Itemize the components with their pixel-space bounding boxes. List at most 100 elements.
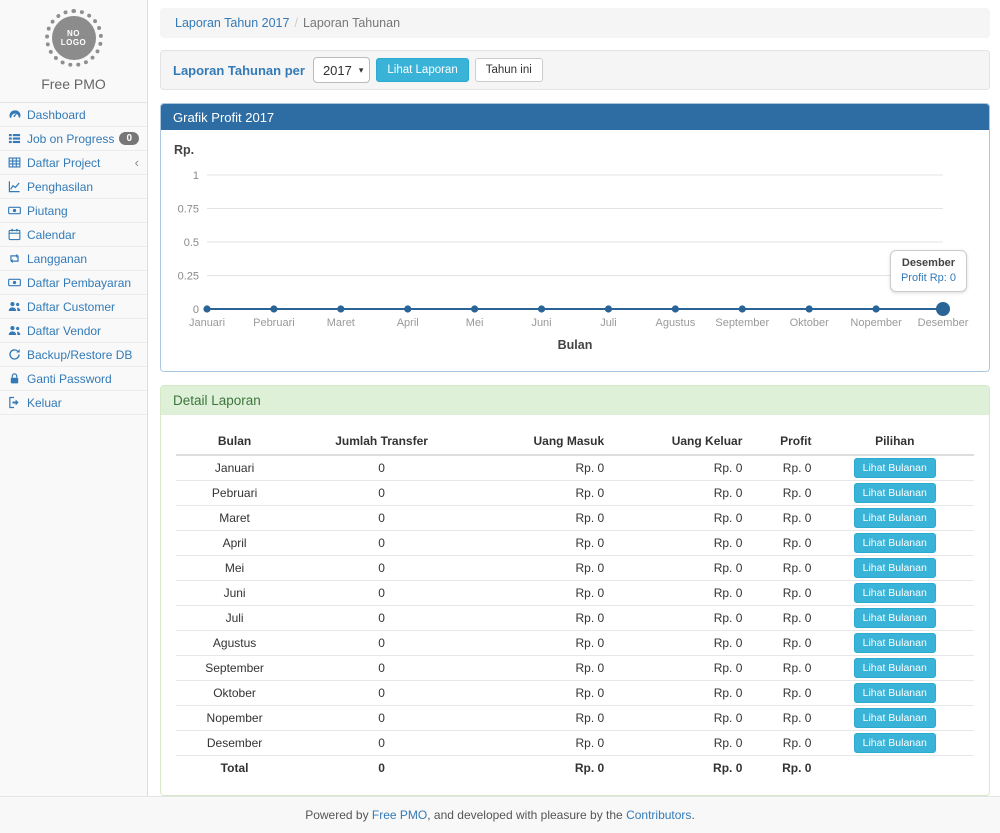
year-filter-label: Laporan Tahunan per	[173, 63, 305, 78]
footer-freepmo-link[interactable]: Free PMO	[372, 808, 427, 822]
lihat-bulanan-button[interactable]: Lihat Bulanan	[854, 483, 936, 503]
cell-bulan: Juni	[176, 581, 293, 606]
cell-profit: Rp. 0	[746, 581, 815, 606]
cell-bulan: Agustus	[176, 631, 293, 656]
cell-pilihan: Lihat Bulanan	[815, 631, 974, 656]
cell-bulan: Nopember	[176, 706, 293, 731]
svg-text:Pebruari: Pebruari	[253, 317, 295, 329]
cell-profit: Rp. 0	[746, 506, 815, 531]
tooltip-month: Desember	[901, 256, 956, 271]
lihat-bulanan-button[interactable]: Lihat Bulanan	[854, 558, 936, 578]
sidebar-item-keluar[interactable]: Keluar	[0, 391, 147, 415]
cell-jumlah_transfer: 0	[293, 581, 470, 606]
money-icon	[8, 276, 22, 290]
profit-chart: Rp.00.250.50.751JanuariPebruariMaretApri…	[171, 139, 969, 365]
cell-pilihan: Lihat Bulanan	[815, 506, 974, 531]
lihat-bulanan-button[interactable]: Lihat Bulanan	[854, 583, 936, 603]
cell-uang_keluar: Rp. 0	[608, 455, 746, 481]
cell-uang_keluar: Rp. 0	[608, 481, 746, 506]
footer-contributors-link[interactable]: Contributors	[626, 808, 691, 822]
svg-text:Juli: Juli	[600, 317, 617, 329]
breadcrumb-separator: /	[294, 16, 297, 30]
table-total-row: Total0Rp. 0Rp. 0Rp. 0	[176, 756, 974, 780]
table-row: Pebruari0Rp. 0Rp. 0Rp. 0Lihat Bulanan	[176, 481, 974, 506]
svg-text:Oktober: Oktober	[790, 317, 829, 329]
cell-bulan: Desember	[176, 731, 293, 756]
sidebar-item-dashboard[interactable]: Dashboard	[0, 103, 147, 127]
lihat-laporan-button[interactable]: Lihat Laporan	[376, 58, 468, 82]
table-row: Juli0Rp. 0Rp. 0Rp. 0Lihat Bulanan	[176, 606, 974, 631]
cell-pilihan: Lihat Bulanan	[815, 706, 974, 731]
total-pilihan-empty	[815, 756, 974, 780]
svg-text:Agustus: Agustus	[655, 317, 695, 329]
sidebar-item-penghasilan[interactable]: Penghasilan	[0, 175, 147, 199]
footer: Powered by Free PMO, and developed with …	[0, 796, 1000, 833]
cell-pilihan: Lihat Bulanan	[815, 681, 974, 706]
sidebar-item-label: Ganti Password	[27, 372, 112, 386]
table-icon	[8, 156, 22, 170]
refresh-icon	[8, 348, 22, 362]
lihat-bulanan-button[interactable]: Lihat Bulanan	[854, 633, 936, 653]
sidebar-item-daftar-project[interactable]: Daftar Project‹	[0, 151, 147, 175]
cell-bulan: Maret	[176, 506, 293, 531]
cell-jumlah_transfer: 0	[293, 731, 470, 756]
job-count-badge: 0	[119, 132, 139, 145]
sidebar-item-daftar-pembayaran[interactable]: Daftar Pembayaran	[0, 271, 147, 295]
lihat-bulanan-button[interactable]: Lihat Bulanan	[854, 708, 936, 728]
lihat-bulanan-button[interactable]: Lihat Bulanan	[854, 608, 936, 628]
column-header-jumlah-transfer: Jumlah Transfer	[293, 428, 470, 455]
breadcrumb-link-laporan-tahun[interactable]: Laporan Tahun 2017	[175, 16, 289, 30]
calendar-icon	[8, 228, 22, 242]
lihat-bulanan-button[interactable]: Lihat Bulanan	[854, 533, 936, 553]
cell-profit: Rp. 0	[746, 556, 815, 581]
sidebar-item-calendar[interactable]: Calendar	[0, 223, 147, 247]
lihat-bulanan-button[interactable]: Lihat Bulanan	[854, 508, 936, 528]
cell-jumlah_transfer: 0	[293, 631, 470, 656]
cell-jumlah_transfer: 0	[293, 706, 470, 731]
cell-jumlah_transfer: 0	[293, 455, 470, 481]
cell-uang_masuk: Rp. 0	[470, 531, 608, 556]
table-row: Desember0Rp. 0Rp. 0Rp. 0Lihat Bulanan	[176, 731, 974, 756]
sidebar-item-langganan[interactable]: Langganan	[0, 247, 147, 271]
column-header-uang-masuk: Uang Masuk	[470, 428, 608, 455]
cell-jumlah_transfer: 0	[293, 681, 470, 706]
chevron-left-icon: ‹	[135, 155, 139, 170]
users-icon	[8, 300, 22, 314]
cell-uang_masuk: Rp. 0	[470, 681, 608, 706]
sidebar-item-daftar-customer[interactable]: Daftar Customer	[0, 295, 147, 319]
sidebar-item-piutang[interactable]: Piutang	[0, 199, 147, 223]
logo-text-line2: LOGO	[61, 38, 87, 47]
cell-bulan: Mei	[176, 556, 293, 581]
sidebar-item-ganti-password[interactable]: Ganti Password	[0, 367, 147, 391]
line-chart-icon	[8, 180, 22, 194]
sign-out-icon	[8, 396, 22, 410]
cell-bulan: Januari	[176, 455, 293, 481]
cell-pilihan: Lihat Bulanan	[815, 606, 974, 631]
sidebar: NO LOGO Free PMO DashboardJob on Progres…	[0, 0, 148, 796]
year-select[interactable]: 2017 ▾	[313, 57, 370, 83]
sidebar-item-job-on-progress[interactable]: Job on Progress0	[0, 127, 147, 151]
lihat-bulanan-button[interactable]: Lihat Bulanan	[854, 683, 936, 703]
detail-panel-body: BulanJumlah TransferUang MasukUang Kelua…	[161, 415, 989, 795]
cell-uang_masuk: Rp. 0	[470, 706, 608, 731]
cell-profit: Rp. 0	[746, 731, 815, 756]
svg-text:0: 0	[193, 304, 199, 316]
cell-jumlah_transfer: 0	[293, 531, 470, 556]
lihat-bulanan-button[interactable]: Lihat Bulanan	[854, 733, 936, 753]
svg-text:Januari: Januari	[189, 317, 225, 329]
sidebar-item-label: Piutang	[27, 204, 68, 218]
table-row: Maret0Rp. 0Rp. 0Rp. 0Lihat Bulanan	[176, 506, 974, 531]
sidebar-item-label: Keluar	[27, 396, 62, 410]
sidebar-item-label: Penghasilan	[27, 180, 93, 194]
sidebar-item-daftar-vendor[interactable]: Daftar Vendor	[0, 319, 147, 343]
cell-pilihan: Lihat Bulanan	[815, 656, 974, 681]
sidebar-item-label: Dashboard	[27, 108, 86, 122]
lihat-bulanan-button[interactable]: Lihat Bulanan	[854, 658, 936, 678]
cell-uang_keluar: Rp. 0	[608, 706, 746, 731]
sidebar-item-backup-restore-db[interactable]: Backup/Restore DB	[0, 343, 147, 367]
table-row: September0Rp. 0Rp. 0Rp. 0Lihat Bulanan	[176, 656, 974, 681]
lihat-bulanan-button[interactable]: Lihat Bulanan	[854, 458, 936, 478]
money-icon	[8, 204, 22, 218]
total-bulan: Total	[176, 756, 293, 780]
tahun-ini-button[interactable]: Tahun ini	[475, 58, 543, 82]
